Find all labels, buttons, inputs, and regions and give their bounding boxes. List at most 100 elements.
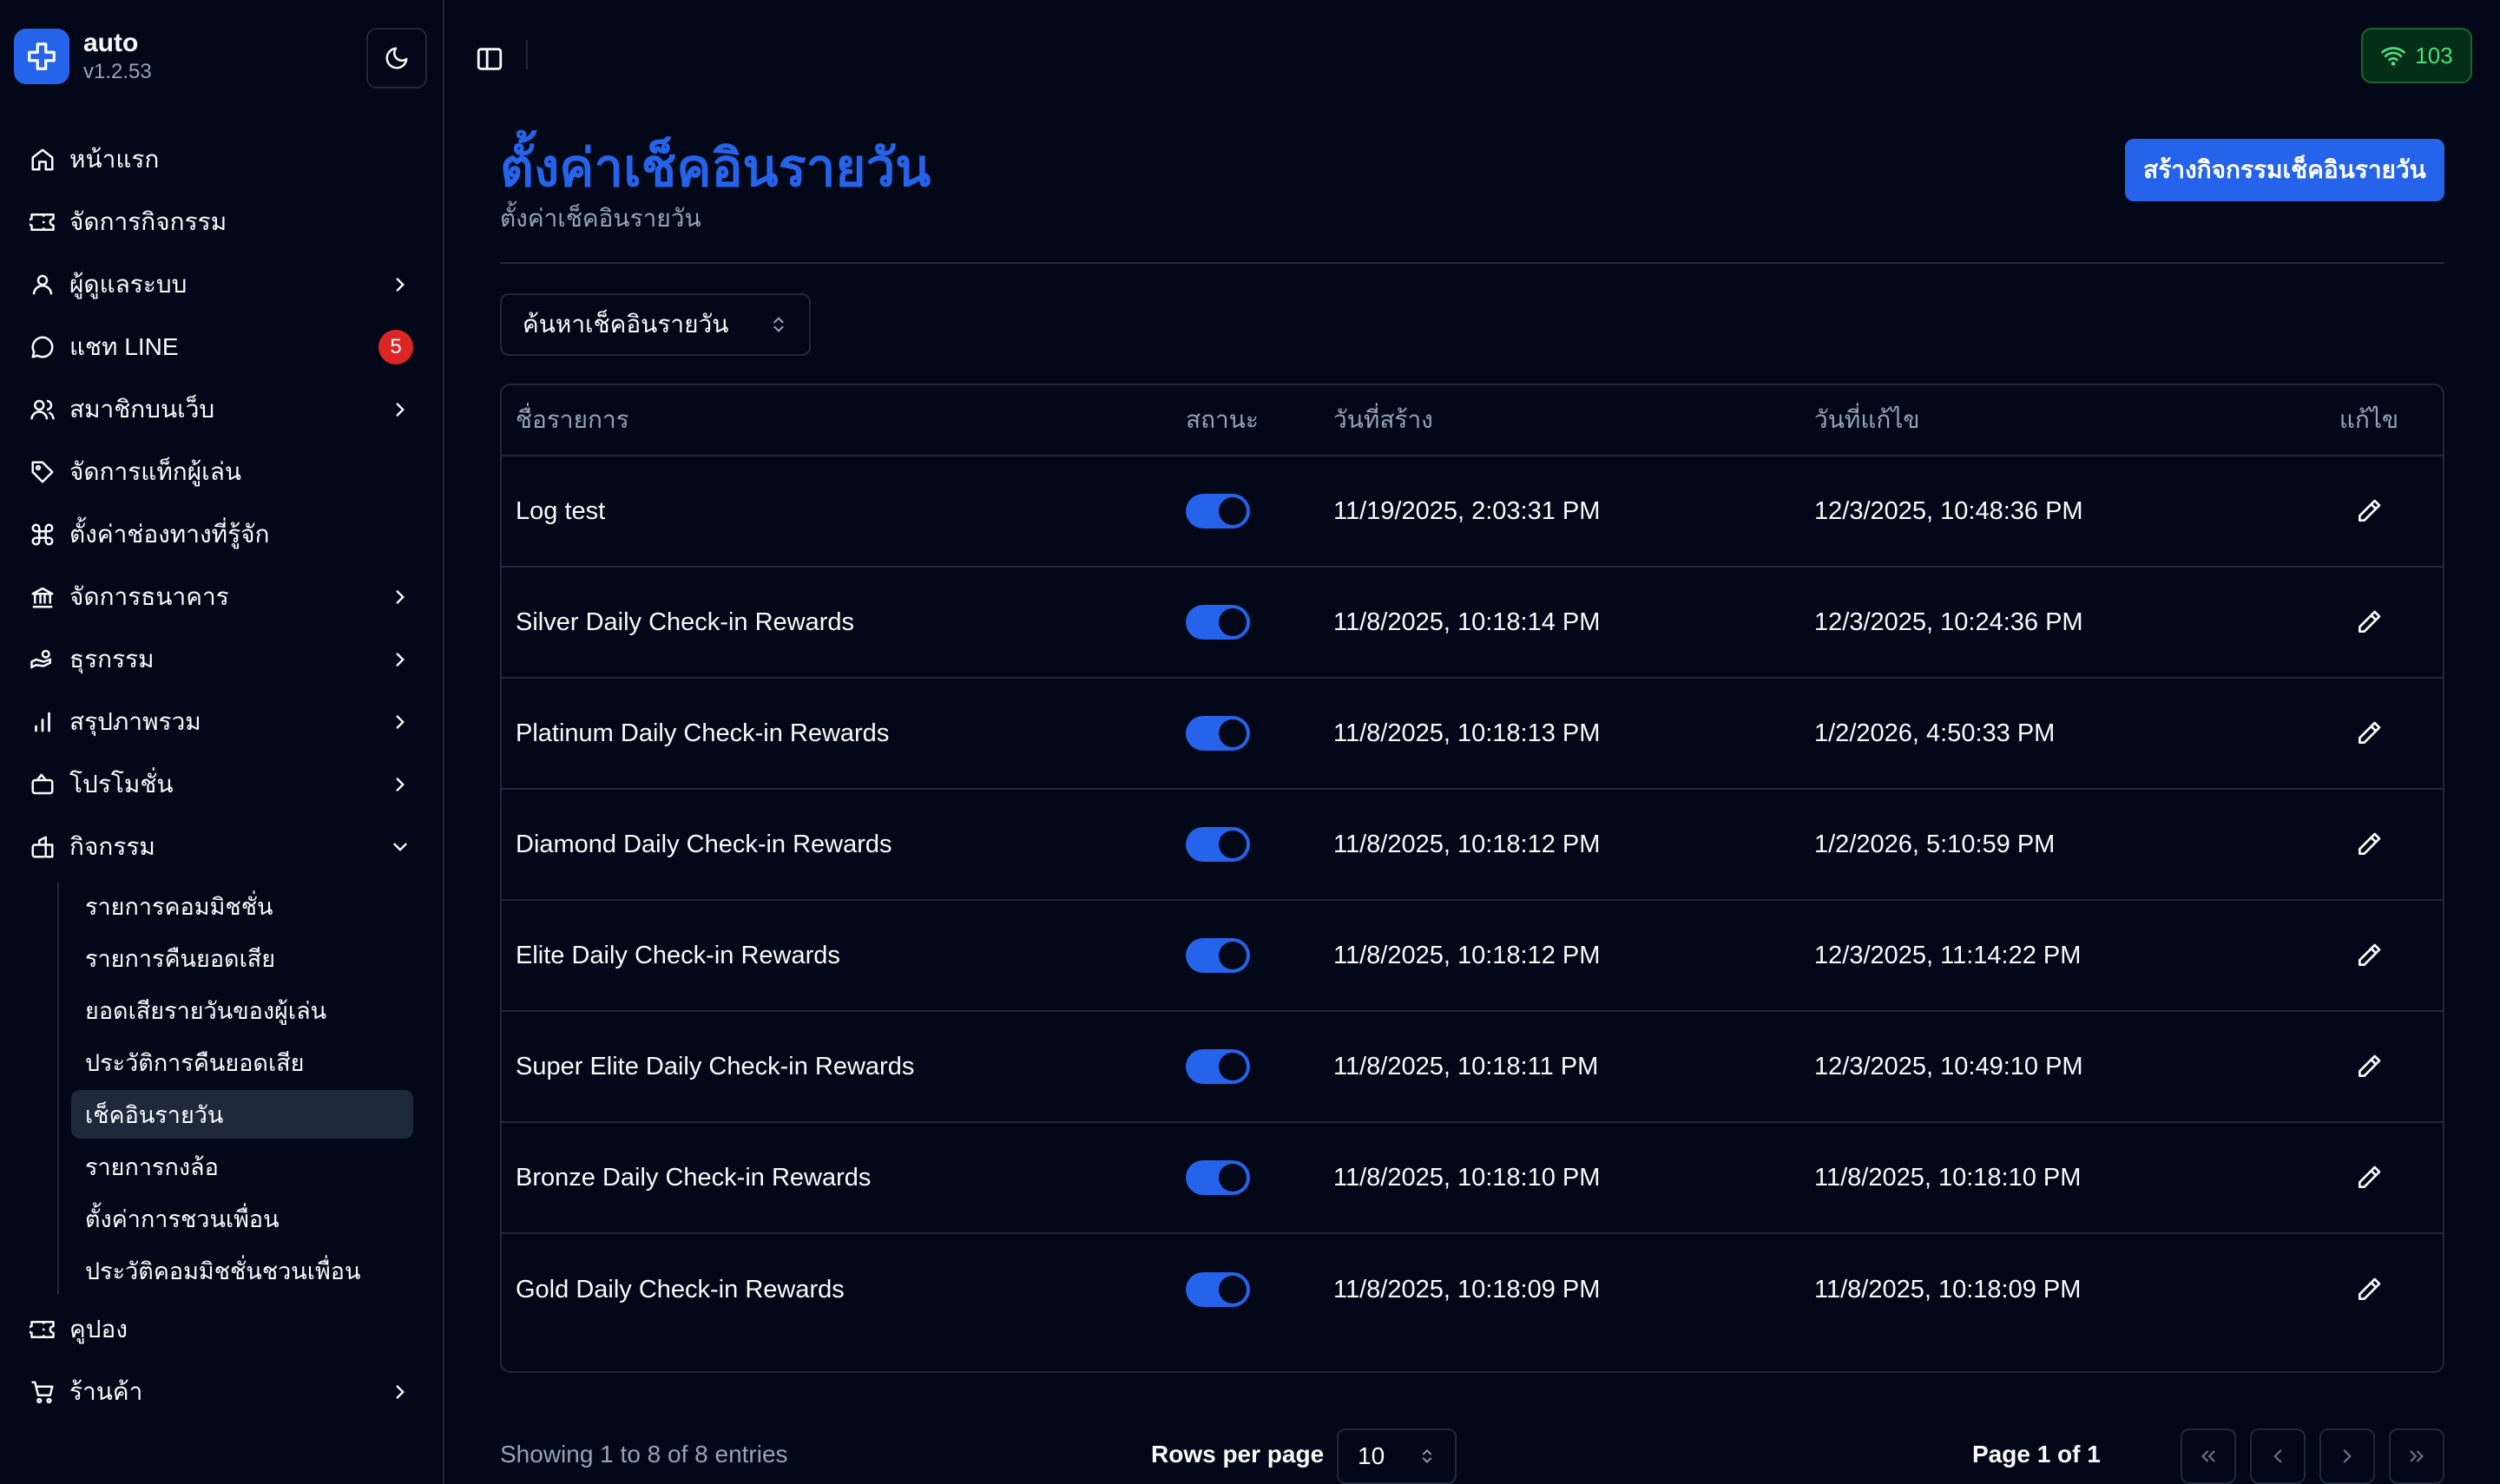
rows-per-page-value: 10 xyxy=(1358,1442,1385,1469)
sidebar-item-admins[interactable]: ผู้ดูแลระบบ xyxy=(14,253,427,316)
row-edit xyxy=(2295,936,2443,975)
row-name: Bronze Daily Check-in Rewards xyxy=(516,1163,872,1192)
header-status: สถานะ xyxy=(1186,406,1259,433)
toggle-knob xyxy=(1219,1053,1247,1080)
edit-button[interactable] xyxy=(2350,936,2388,975)
previous-page-button[interactable] xyxy=(2250,1428,2306,1484)
chevron-right-icon xyxy=(2343,1449,2352,1463)
row-edit xyxy=(2295,603,2443,641)
sidebar-item-manage-activities[interactable]: จัดการกิจกรรม xyxy=(14,191,427,253)
row-created: 11/8/2025, 10:18:09 PM xyxy=(1333,1275,1601,1303)
pencil-icon xyxy=(2359,1166,2381,1188)
sidebar-item-known-channels[interactable]: ตั้งค่าช่องทางที่รู้จัก xyxy=(14,503,427,566)
row-created: 11/8/2025, 10:18:12 PM xyxy=(1333,941,1601,969)
status-toggle[interactable] xyxy=(1186,1160,1250,1195)
row-created: 11/8/2025, 10:18:14 PM xyxy=(1333,607,1601,636)
sidebar-item-transactions[interactable]: ธุรกรรม xyxy=(14,628,427,691)
row-updated: 1/2/2026, 4:50:33 PM xyxy=(1814,719,2056,747)
ticket-icon xyxy=(28,207,57,237)
last-page-button[interactable] xyxy=(2389,1428,2444,1484)
brand[interactable]: auto v1.2.53 xyxy=(14,28,152,85)
sidebar-item-overview[interactable]: สรุปภาพรวม xyxy=(14,691,427,753)
bank-icon xyxy=(28,582,57,612)
sidebar-item-banks[interactable]: จัดการธนาคาร xyxy=(14,566,427,628)
pencil-icon xyxy=(2359,1054,2381,1077)
sidebar-item-label: คูปอง xyxy=(69,1316,128,1343)
sidebar-item-label: โปรโมชั่น xyxy=(69,771,174,798)
sidebar-item-label: สมาชิกบนเว็บ xyxy=(69,396,215,423)
sidebar-item-player-tags[interactable]: จัดการแท็กผู้เล่น xyxy=(14,441,427,503)
rows-per-page-select[interactable]: 10 xyxy=(1337,1428,1457,1484)
table-body: Log test 11/19/2025, 2:03:31 PM 12/3/2025,… xyxy=(502,456,2443,1345)
sidebar-item-promotions[interactable]: โปรโมชั่น xyxy=(14,753,427,816)
create-daily-checkin-button[interactable]: สร้างกิจกรรมเช็คอินรายวัน xyxy=(2125,139,2444,201)
chevron-right-icon xyxy=(387,647,413,673)
toggle-knob xyxy=(1219,942,1247,969)
chart-icon xyxy=(28,707,57,737)
first-page-button[interactable] xyxy=(2181,1428,2236,1484)
next-page-button[interactable] xyxy=(2319,1428,2375,1484)
submenu-item-cashback-list[interactable]: รายการคืนยอดเสีย xyxy=(71,934,413,982)
chevron-right-icon xyxy=(387,272,413,298)
row-status xyxy=(1184,1049,1333,1084)
promo-icon xyxy=(28,770,57,799)
row-created: 11/8/2025, 10:18:12 PM xyxy=(1333,830,1601,858)
row-created: 11/19/2025, 2:03:31 PM xyxy=(1333,496,1601,525)
sidebar-item-coupons[interactable]: คูปอง xyxy=(14,1298,427,1361)
row-created: 11/8/2025, 10:18:13 PM xyxy=(1333,719,1601,747)
wifi-icon xyxy=(2381,47,2406,66)
sidebar-item-activities[interactable]: กิจกรรม xyxy=(14,816,427,878)
status-toggle[interactable] xyxy=(1186,938,1250,973)
submenu-item-daily-losses[interactable]: ยอดเสียรายวันของผู้เล่น xyxy=(71,986,413,1034)
sidebar-item-shop[interactable]: ร้านค้า xyxy=(14,1361,427,1423)
header-created: วันที่สร้าง xyxy=(1333,406,1433,433)
sidebar-toggle-button[interactable] xyxy=(469,38,510,80)
status-toggle[interactable] xyxy=(1186,605,1250,640)
coupon-icon xyxy=(28,1315,57,1344)
rows-per-page-label: Rows per page xyxy=(1151,1441,1325,1468)
theme-toggle-button[interactable] xyxy=(366,28,427,89)
toggle-knob xyxy=(1219,719,1247,747)
submenu-item-cashback-history[interactable]: ประวัติการคืนยอดเสีย xyxy=(71,1038,413,1087)
edit-button[interactable] xyxy=(2350,1047,2388,1086)
page-info: Page 1 of 1 xyxy=(1972,1441,2101,1468)
status-toggle[interactable] xyxy=(1186,1272,1250,1307)
unread-badge: 5 xyxy=(378,330,413,364)
status-toggle[interactable] xyxy=(1186,827,1250,862)
table-row: Log test 11/19/2025, 2:03:31 PM 12/3/2025,… xyxy=(502,456,2443,568)
app-logo-icon xyxy=(14,29,69,84)
table-header: ชื่อรายการ สถานะ วันที่สร้าง วันที่แก้ไข… xyxy=(502,385,2443,456)
pencil-icon xyxy=(2359,721,2381,744)
row-status xyxy=(1184,494,1333,529)
status-toggle[interactable] xyxy=(1186,494,1250,529)
row-edit xyxy=(2295,1159,2443,1197)
sidebar-item-home[interactable]: หน้าแรก xyxy=(14,128,427,191)
submenu-item-commission-list[interactable]: รายการคอมมิชชั่น xyxy=(71,882,413,930)
sidebar-item-members[interactable]: สมาชิกบนเว็บ xyxy=(14,378,427,441)
sidebar-item-line-chat[interactable]: แชท LINE 5 xyxy=(14,316,427,378)
edit-button[interactable] xyxy=(2350,1271,2388,1309)
row-name: Super Elite Daily Check-in Rewards xyxy=(516,1052,915,1080)
moon-icon xyxy=(385,47,408,69)
checkin-table: ชื่อรายการ สถานะ วันที่สร้าง วันที่แก้ไข… xyxy=(500,384,2444,1373)
submenu-item-daily-checkin[interactable]: เช็คอินรายวัน xyxy=(71,1090,413,1139)
row-updated: 12/3/2025, 10:48:36 PM xyxy=(1814,496,2083,525)
header-divider xyxy=(500,262,2444,264)
status-toggle[interactable] xyxy=(1186,716,1250,751)
sidebar: auto v1.2.53 หน้าแรก จัดการกิจกรรม ผู้ดู… xyxy=(0,0,444,1484)
chevron-right-icon xyxy=(387,709,413,735)
sidebar-item-label: ผู้ดูแลระบบ xyxy=(69,271,188,298)
checkin-search-select[interactable]: ค้นหาเช็คอินรายวัน xyxy=(500,293,811,356)
chevron-right-icon xyxy=(387,1379,413,1405)
edit-button[interactable] xyxy=(2350,825,2388,863)
edit-button[interactable] xyxy=(2350,603,2388,641)
tag-icon xyxy=(28,457,57,487)
submenu-item-wheel-list[interactable]: รายการกงล้อ xyxy=(71,1142,413,1191)
edit-button[interactable] xyxy=(2350,714,2388,752)
pencil-icon xyxy=(2359,1277,2381,1300)
edit-button[interactable] xyxy=(2350,492,2388,530)
edit-button[interactable] xyxy=(2350,1159,2388,1197)
submenu-item-referral-settings[interactable]: ตั้งค่าการชวนเพื่อน xyxy=(71,1194,413,1243)
status-toggle[interactable] xyxy=(1186,1049,1250,1084)
submenu-item-referral-history[interactable]: ประวัติคอมมิชชั่นชวนเพื่อน xyxy=(71,1246,413,1295)
